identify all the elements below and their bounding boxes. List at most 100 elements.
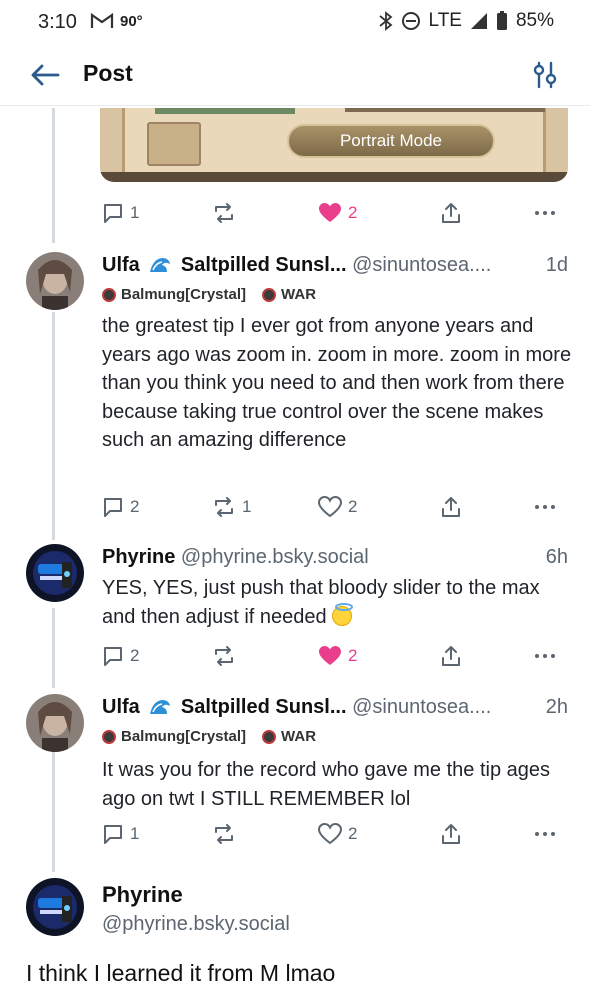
main-post-avatar[interactable]: [26, 878, 84, 936]
more-dots-icon: [535, 654, 555, 658]
repost-icon: [215, 646, 233, 666]
author-display-suffix[interactable]: Saltpilled Sunsl...: [181, 696, 347, 718]
badge-job: WAR: [262, 728, 316, 745]
author-name[interactable]: Phyrine: [102, 546, 175, 568]
thread-line: [52, 108, 55, 243]
post-time: 1d: [545, 254, 568, 276]
post-text: YES, YES, just push that bloody slider t…: [102, 577, 540, 628]
repost-button[interactable]: [212, 202, 236, 224]
author-line: Ulfa Saltpilled Sunsl... @sinuntosea....: [102, 696, 491, 719]
repost-icon: [215, 203, 233, 223]
like-count: 2: [348, 646, 358, 665]
heart-outline-icon: [318, 823, 342, 845]
repost-button[interactable]: [212, 645, 236, 667]
avatar[interactable]: [26, 694, 84, 752]
author-handle[interactable]: @sinuntosea....: [352, 696, 491, 718]
post-text: the greatest tip I ever got from anyone …: [102, 315, 572, 451]
wave-emoji-icon: [150, 700, 171, 714]
share-icon: [442, 497, 460, 517]
wave-emoji-icon: [150, 258, 171, 272]
app-header: Post: [0, 48, 590, 106]
badges: Balmung[Crystal] WAR: [102, 286, 316, 303]
author-handle[interactable]: @sinuntosea....: [352, 254, 491, 276]
badge-server: Balmung[Crystal]: [102, 728, 246, 745]
post-text: It was you for the record who gave me th…: [102, 759, 551, 810]
status-right: LTE 85%: [378, 10, 554, 32]
reply-count: 2: [130, 646, 140, 665]
reply-button[interactable]: 1: [102, 823, 139, 845]
share-icon: [442, 203, 460, 223]
like-count: 2: [348, 824, 358, 843]
reply-post[interactable]: Phyrine @phyrine.bsky.social 6h YES, YES…: [0, 542, 590, 642]
reply-count: 1: [130, 203, 140, 222]
share-button[interactable]: [440, 202, 462, 224]
badge-icon: [262, 729, 277, 744]
reply-icon: [104, 204, 122, 223]
bluetooth-icon: [378, 11, 392, 31]
battery-percent: 85%: [515, 10, 554, 31]
action-bar: 2 2: [100, 641, 570, 671]
gmail-icon: [90, 12, 114, 28]
more-dots-icon: [535, 832, 555, 836]
post-time: 2h: [545, 696, 568, 718]
image-topbar-right: [345, 108, 545, 112]
like-button[interactable]: 2: [318, 496, 357, 518]
reply-button[interactable]: 2: [102, 645, 139, 667]
reply-icon: [104, 498, 122, 517]
badges: Balmung[Crystal] WAR: [102, 728, 316, 745]
status-bar: 3:10 90° LTE 85%: [0, 0, 590, 44]
heart-filled-icon: [319, 646, 341, 665]
reply-button[interactable]: 1: [102, 202, 139, 224]
signal-icon: [470, 13, 487, 29]
repost-count: 1: [242, 497, 252, 516]
like-button[interactable]: 2: [318, 202, 357, 224]
reply-button[interactable]: 2: [102, 496, 139, 518]
post-text-wrap: YES, YES, just push that bloody slider t…: [102, 574, 572, 631]
post-image[interactable]: Portrait Mode: [100, 108, 568, 182]
more-options-button[interactable]: [534, 653, 556, 659]
badge-icon: [262, 287, 277, 302]
repost-button[interactable]: 1: [212, 496, 251, 518]
badge-server-label: Balmung[Crystal]: [121, 286, 247, 303]
like-button[interactable]: 2: [318, 645, 357, 667]
author-handle[interactable]: @phyrine.bsky.social: [181, 546, 369, 568]
heart-filled-icon: [319, 203, 341, 222]
share-button[interactable]: [440, 645, 462, 667]
repost-button[interactable]: [212, 823, 236, 845]
reply-count: 2: [130, 497, 140, 516]
repost-icon: [215, 824, 233, 844]
share-button[interactable]: [440, 496, 462, 518]
repost-icon: [215, 497, 233, 517]
action-bar: 2 1 2: [100, 492, 570, 522]
main-post-author[interactable]: Phyrine: [102, 882, 183, 908]
reply-post[interactable]: Ulfa Saltpilled Sunsl... @sinuntosea....…: [0, 250, 590, 530]
more-options-button[interactable]: [534, 210, 556, 216]
smiling-face-with-halo-icon: [332, 602, 354, 626]
reply-post[interactable]: Ulfa Saltpilled Sunsl... @sinuntosea....…: [0, 692, 590, 822]
portrait-mode-button: Portrait Mode: [287, 124, 495, 158]
avatar[interactable]: [26, 544, 84, 602]
page-title: Post: [83, 60, 133, 86]
author-name[interactable]: Ulfa: [102, 696, 140, 718]
share-button[interactable]: [440, 823, 462, 845]
main-post-handle[interactable]: @phyrine.bsky.social: [102, 913, 290, 936]
more-options-button[interactable]: [534, 831, 556, 837]
badge-server-label: Balmung[Crystal]: [121, 728, 247, 745]
back-arrow-icon[interactable]: [28, 60, 62, 90]
badge-job-label: WAR: [281, 728, 317, 745]
avatar[interactable]: [26, 252, 84, 310]
image-topbar: [155, 108, 295, 114]
share-icon: [442, 646, 460, 666]
sliders-icon[interactable]: [530, 60, 560, 90]
like-count: 2: [348, 203, 358, 222]
more-dots-icon: [535, 211, 555, 215]
action-bar: 1 2: [100, 198, 570, 228]
reply-count: 1: [130, 824, 140, 843]
author-name[interactable]: Ulfa: [102, 254, 140, 276]
like-button[interactable]: 2: [318, 823, 357, 845]
author-display-suffix[interactable]: Saltpilled Sunsl...: [181, 254, 347, 276]
more-options-button[interactable]: [534, 504, 556, 510]
image-panel: Portrait Mode: [122, 108, 546, 172]
network-label: LTE: [428, 10, 462, 31]
author-line: Phyrine @phyrine.bsky.social: [102, 546, 369, 569]
